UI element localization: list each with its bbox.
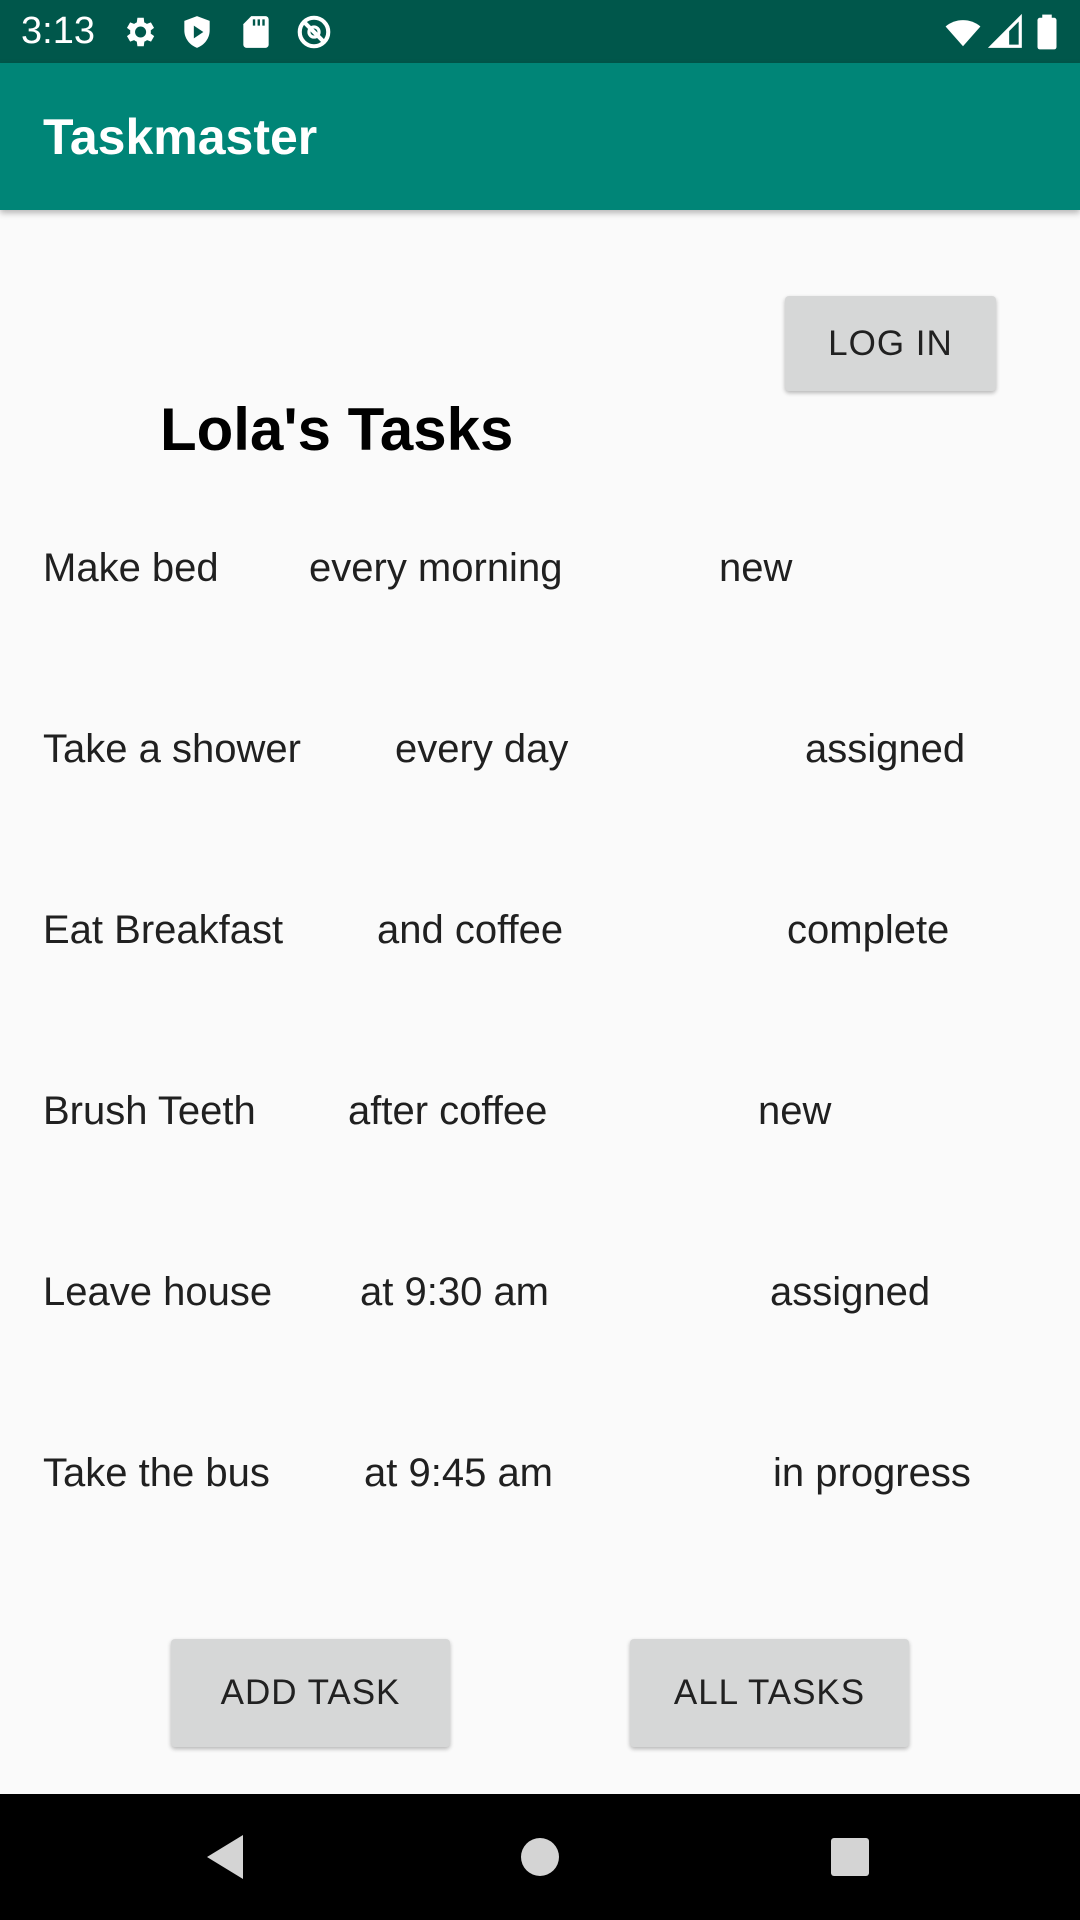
task-body: at 9:45 am xyxy=(364,1451,554,1495)
settings-gear-icon xyxy=(126,17,155,47)
task-title: Take the bus xyxy=(43,1451,270,1495)
all-tasks-button[interactable]: ALL TASKS xyxy=(630,1639,909,1747)
sd-card-icon xyxy=(243,16,269,48)
task-body: every morning xyxy=(309,546,563,590)
task-state: new xyxy=(758,1089,832,1133)
screen: 3:13 Taskmaster LOG IN Lola's Tasks Make… xyxy=(0,0,1080,1920)
status-bar: 3:13 xyxy=(0,0,1080,63)
task-body: at 9:30 am xyxy=(360,1270,550,1314)
login-button[interactable]: LOG IN xyxy=(785,296,996,391)
task-state: in progress xyxy=(773,1451,971,1495)
home-circle-icon xyxy=(521,1838,559,1876)
task-title: Brush Teeth xyxy=(43,1089,256,1133)
app-title: Taskmaster xyxy=(43,109,318,165)
add-task-button[interactable]: ADD TASK xyxy=(171,1639,450,1747)
task-body: every day xyxy=(395,727,569,771)
task-body: and coffee xyxy=(377,908,564,952)
cell-signal-icon xyxy=(987,13,1022,48)
home-button[interactable] xyxy=(460,1794,620,1920)
recents-square-icon xyxy=(831,1838,869,1876)
back-button[interactable] xyxy=(145,1794,305,1920)
back-triangle-icon xyxy=(207,1835,243,1879)
wifi-icon xyxy=(945,20,981,47)
status-time: 3:13 xyxy=(21,10,95,52)
app-bar: Taskmaster xyxy=(0,63,1080,210)
task-state: complete xyxy=(787,908,950,952)
task-body: after coffee xyxy=(348,1089,548,1133)
no-disturb-icon xyxy=(297,15,331,49)
navigation-bar xyxy=(0,1794,1080,1920)
task-state: new xyxy=(719,546,793,590)
recents-button[interactable] xyxy=(770,1794,930,1920)
page-heading: Lola's Tasks xyxy=(160,396,514,463)
task-title: Eat Breakfast xyxy=(43,908,284,952)
task-state: assigned xyxy=(770,1270,931,1314)
task-title: Take a shower xyxy=(43,727,301,771)
task-title: Leave house xyxy=(43,1270,273,1314)
task-state: assigned xyxy=(805,727,966,771)
shield-play-icon xyxy=(184,16,210,48)
task-title: Make bed xyxy=(43,546,219,590)
battery-icon xyxy=(1037,14,1057,50)
